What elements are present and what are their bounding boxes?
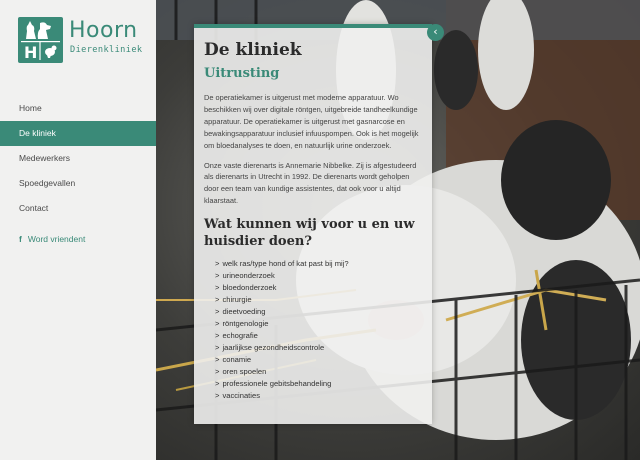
section-subtitle: Uitrusting: [204, 66, 280, 81]
service-label: urineonderzoek: [222, 271, 275, 281]
page-title: De kliniek: [204, 40, 302, 60]
nav-item-spoedgevallen[interactable]: Spoedgevallen: [0, 171, 156, 196]
paragraph-vet: Onze vaste dierenarts is Annemarie Nibbe…: [204, 160, 417, 206]
arrow-icon: >: [215, 307, 220, 317]
services-list: > welk ras/type hond of kat past bij mij?…: [215, 258, 422, 402]
logo-mark: H: [18, 17, 63, 63]
arrow-icon: >: [215, 259, 220, 269]
arrow-icon: >: [215, 331, 220, 341]
service-label: welk ras/type hond of kat past bij mij?: [222, 259, 349, 269]
service-label: röntgenologie: [222, 319, 269, 329]
service-label: bloedonderzoek: [222, 283, 277, 293]
facebook-icon: f: [19, 234, 22, 244]
main-nav: Home De kliniek Medewerkers Spoedgevalle…: [0, 96, 156, 221]
nav-item-de-kliniek[interactable]: De kliniek: [0, 121, 156, 146]
service-label: conamie: [222, 355, 252, 365]
services-heading: Wat kunnen wij voor u en uw huisdier doe…: [204, 217, 415, 250]
arrow-icon: >: [215, 295, 220, 305]
arrow-icon: >: [215, 391, 220, 401]
service-label: oren spoelen: [222, 367, 267, 377]
arrow-icon: >: [215, 343, 220, 353]
service-item: > dieetvoeding: [215, 306, 422, 318]
service-label: echografie: [222, 331, 258, 341]
service-item: > welk ras/type hond of kat past bij mij?: [215, 258, 422, 270]
arrow-icon: >: [215, 283, 220, 293]
sidebar: H Hoorn Dierenkliniek Home De kliniek Me…: [0, 0, 156, 460]
arrow-icon: >: [215, 355, 220, 365]
service-label: jaarlijkse gezondheidscontrole: [222, 343, 325, 353]
svg-text:H: H: [24, 43, 37, 62]
service-item: > röntgenologie: [215, 318, 422, 330]
nav-item-medewerkers[interactable]: Medewerkers: [0, 146, 156, 171]
service-item: > vaccinaties: [215, 390, 422, 402]
service-item: > chirurgie: [215, 294, 422, 306]
service-item: > jaarlijkse gezondheidscontrole: [215, 342, 422, 354]
chevron-left-icon: ‹: [433, 25, 438, 38]
logo[interactable]: H Hoorn Dierenkliniek: [18, 17, 148, 63]
collapse-panel-button[interactable]: ‹: [427, 24, 444, 41]
service-item: > bloedonderzoek: [215, 282, 422, 294]
service-item: > oren spoelen: [215, 366, 422, 378]
brand-name: Hoorn: [69, 18, 138, 43]
service-item: > echografie: [215, 330, 422, 342]
service-label: dieetvoeding: [222, 307, 266, 317]
service-item: > conamie: [215, 354, 422, 366]
paragraph-equipment: De operatiekamer is uitgerust met modern…: [204, 93, 419, 150]
arrow-icon: >: [215, 367, 220, 377]
arrow-icon: >: [215, 319, 220, 329]
pets-logo-icon: H: [21, 21, 60, 62]
service-item: > urineonderzoek: [215, 270, 422, 282]
service-label: vaccinaties: [222, 391, 261, 401]
service-label: professionele gebitsbehandeling: [222, 379, 332, 389]
arrow-icon: >: [215, 379, 220, 389]
content-panel: De kliniek Uitrusting De operatiekamer i…: [194, 24, 432, 424]
facebook-link[interactable]: f Word vriendent: [19, 234, 85, 244]
brand-subtitle: Dierenkliniek: [70, 45, 143, 55]
arrow-icon: >: [215, 271, 220, 281]
nav-item-home[interactable]: Home: [0, 96, 156, 121]
service-label: chirurgie: [222, 295, 252, 305]
nav-item-contact[interactable]: Contact: [0, 196, 156, 221]
service-item: > professionele gebitsbehandeling: [215, 378, 422, 390]
facebook-link-label: Word vriendent: [27, 234, 86, 244]
